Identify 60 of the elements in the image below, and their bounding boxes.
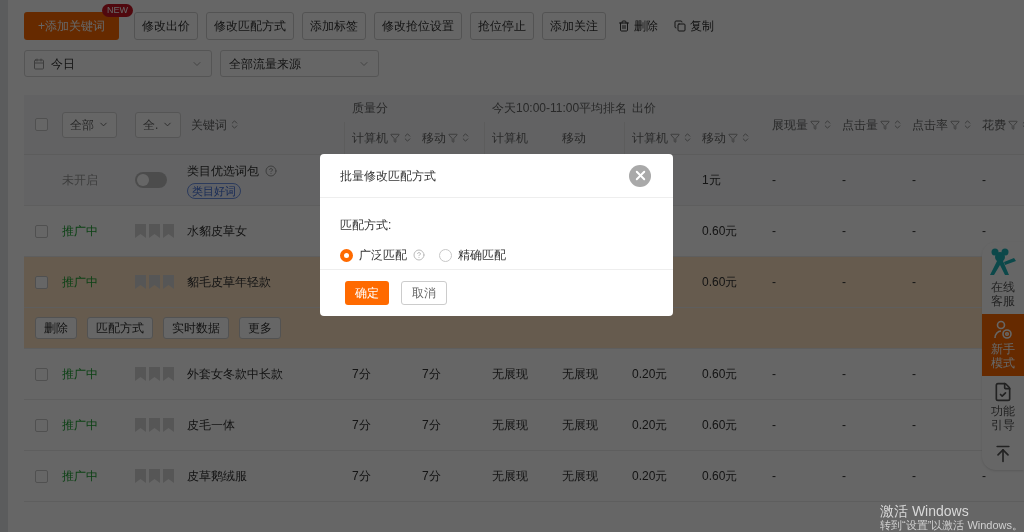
table-cell: - <box>772 469 776 483</box>
keyword-text: 外套女冬款中长款 <box>187 366 283 383</box>
table-cell: - <box>912 367 916 381</box>
table-cell: 7分 <box>352 469 371 483</box>
table-cell: 0.20元 <box>632 469 668 483</box>
table-cell: 7分 <box>422 367 441 381</box>
table-cell: 无展现 <box>562 469 598 483</box>
table-cell: - <box>982 469 986 483</box>
status-text: 推广中 <box>62 274 99 291</box>
table-cell: 7分 <box>422 418 441 432</box>
table-cell: - <box>842 469 846 483</box>
activation-text: 转到“设置”以激活 Windows。 <box>880 519 1023 532</box>
activation-title: 激活 Windows <box>880 503 970 519</box>
table-cell: - <box>772 173 776 187</box>
dialog-title: 批量修改匹配方式 <box>340 167 436 185</box>
table-cell: 0.60元 <box>702 418 738 432</box>
table-cell: 7分 <box>352 367 371 381</box>
keyword-text: 皮毛一体 <box>187 417 235 434</box>
table-cell: - <box>912 275 916 289</box>
column-header: 花费 <box>982 116 1006 134</box>
keyword-text: 皮草鹅绒服 <box>187 468 247 485</box>
table-cell: 无展现 <box>492 469 528 483</box>
table-cell: - <box>842 418 846 432</box>
status-text: 推广中 <box>62 366 99 383</box>
table-cell: - <box>912 224 916 238</box>
table-cell: - <box>842 173 846 187</box>
table-cell: - <box>842 367 846 381</box>
keyword-text: 水貂皮草女 <box>187 223 247 240</box>
table-cell: 0.60元 <box>702 275 738 289</box>
status-text: 推广中 <box>62 417 99 434</box>
table-cell: - <box>842 275 846 289</box>
table-cell: 0.60元 <box>702 469 738 483</box>
table-cell: 无展现 <box>492 367 528 381</box>
table-cell: - <box>842 224 846 238</box>
table-cell: - <box>912 173 916 187</box>
table-cell: 1元 <box>702 173 721 187</box>
table-cell: 0.60元 <box>702 367 738 381</box>
status-text: 推广中 <box>62 223 99 240</box>
table-cell: - <box>982 224 986 238</box>
table-cell: - <box>772 418 776 432</box>
new-badge: NEW <box>102 4 133 17</box>
table-cell: - <box>772 224 776 238</box>
keyword-text: 貂毛皮草年轻款 <box>187 274 271 291</box>
field-label: 匹配方式: <box>340 218 392 232</box>
status-text: 推广中 <box>62 468 99 485</box>
table-cell: 7分 <box>352 418 371 432</box>
table-cell: 无展现 <box>492 418 528 432</box>
table-cell: - <box>772 367 776 381</box>
table-cell: 7分 <box>422 469 441 483</box>
table-cell: 无展现 <box>562 367 598 381</box>
table-cell: - <box>772 275 776 289</box>
table-cell: 0.60元 <box>702 224 738 238</box>
table-cell: - <box>982 173 986 187</box>
table-cell: - <box>912 418 916 432</box>
table-cell: 无展现 <box>562 418 598 432</box>
keyword-package-name: 类目优选词包 <box>187 162 259 180</box>
keyword-tag: 类目好词 <box>187 182 241 199</box>
table-cell: 0.20元 <box>632 367 668 381</box>
table-cell: 0.20元 <box>632 418 668 432</box>
table-cell: - <box>912 469 916 483</box>
